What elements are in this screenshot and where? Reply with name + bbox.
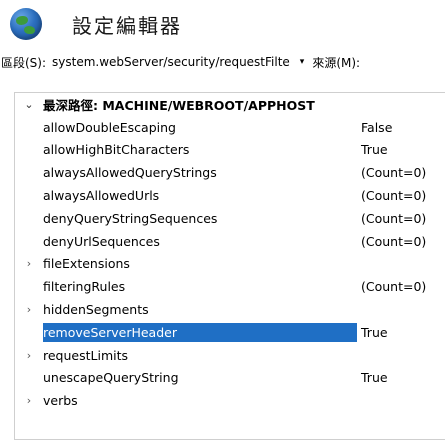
group-title: 最深路徑: MACHINE/WEBROOT/APPHOST — [43, 97, 315, 113]
property-name[interactable]: alwaysAllowedUrls — [43, 186, 163, 205]
property-row[interactable]: › hiddenSegments — [15, 298, 445, 321]
property-value[interactable]: True — [361, 142, 388, 157]
property-row[interactable]: filteringRules (Count=0) — [15, 275, 445, 298]
configuration-editor: 設定編輯器 區段(S): system.webServer/security/r… — [0, 0, 445, 447]
property-value[interactable]: True — [361, 370, 388, 385]
property-value[interactable]: (Count=0) — [361, 211, 426, 226]
property-name[interactable]: hiddenSegments — [43, 300, 153, 319]
expand-chevron-icon[interactable]: › — [24, 394, 34, 407]
property-value[interactable]: (Count=0) — [361, 188, 426, 203]
header: 設定編輯器 — [10, 6, 182, 42]
property-name[interactable]: unescapeQueryString — [43, 368, 183, 387]
expand-chevron-icon[interactable]: › — [24, 303, 34, 316]
chevron-down-icon[interactable]: ▾ — [300, 57, 305, 67]
property-name[interactable]: alwaysAllowedQueryStrings — [43, 163, 221, 182]
property-name[interactable]: requestLimits — [43, 346, 132, 365]
property-row[interactable]: allowHighBitCharacters True — [15, 139, 445, 162]
expand-chevron-icon[interactable]: › — [24, 349, 34, 362]
property-row[interactable]: › fileExtensions — [15, 253, 445, 276]
property-row[interactable]: denyQueryStringSequences (Count=0) — [15, 207, 445, 230]
property-name[interactable]: allowHighBitCharacters — [43, 140, 193, 159]
expand-chevron-icon[interactable]: › — [24, 257, 34, 270]
property-name[interactable]: allowDoubleEscaping — [43, 118, 180, 137]
property-name[interactable]: fileExtensions — [43, 254, 134, 273]
section-value: system.webServer/security/requestFilte — [52, 55, 290, 69]
section-dropdown[interactable]: system.webServer/security/requestFilte ▾ — [52, 55, 304, 69]
expand-chevron-icon[interactable]: ⌄ — [24, 98, 34, 111]
section-bar: 區段(S): system.webServer/security/request… — [0, 52, 445, 72]
property-name[interactable]: denyQueryStringSequences — [43, 209, 221, 228]
property-name[interactable]: verbs — [43, 391, 82, 410]
property-row[interactable]: unescapeQueryString True — [15, 367, 445, 390]
property-value[interactable]: True — [361, 325, 388, 340]
property-row[interactable]: removeServerHeader True — [15, 321, 445, 344]
property-row[interactable]: › verbs — [15, 389, 445, 412]
property-value[interactable]: False — [361, 120, 392, 135]
property-name[interactable]: removeServerHeader — [43, 322, 357, 342]
property-value[interactable]: (Count=0) — [361, 279, 426, 294]
property-row[interactable]: allowDoubleEscaping False — [15, 116, 445, 139]
property-name[interactable]: denyUrlSequences — [43, 232, 164, 251]
property-row[interactable]: denyUrlSequences (Count=0) — [15, 230, 445, 253]
property-grid: ⌄ 最深路徑: MACHINE/WEBROOT/APPHOST allowDou… — [14, 92, 445, 440]
property-row[interactable]: alwaysAllowedUrls (Count=0) — [15, 184, 445, 207]
globe-icon — [10, 8, 42, 40]
property-value[interactable]: (Count=0) — [361, 165, 426, 180]
group-row[interactable]: ⌄ 最深路徑: MACHINE/WEBROOT/APPHOST — [15, 93, 445, 116]
property-row[interactable]: › requestLimits — [15, 344, 445, 367]
property-name[interactable]: filteringRules — [43, 277, 129, 296]
section-label: 區段(S): — [1, 55, 47, 70]
page-title: 設定編輯器 — [72, 13, 182, 38]
source-label: 來源(M): — [312, 55, 361, 70]
property-value[interactable]: (Count=0) — [361, 234, 426, 249]
property-row[interactable]: alwaysAllowedQueryStrings (Count=0) — [15, 161, 445, 184]
